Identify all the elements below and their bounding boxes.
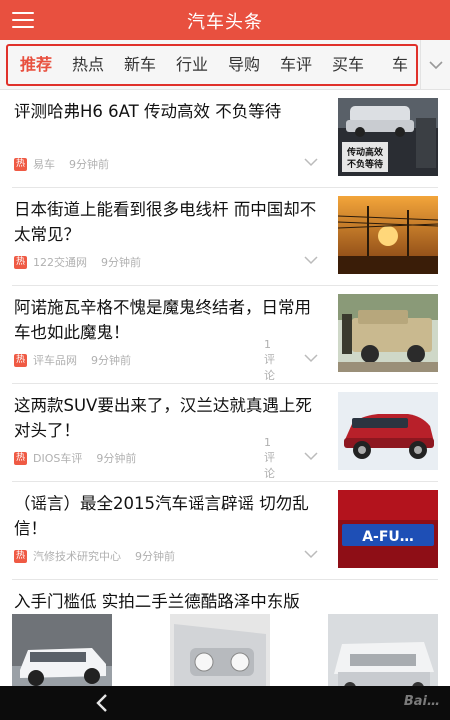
hot-badge: 热: [14, 353, 27, 367]
article-meta: 热 评车品网 9分钟前 1评论: [14, 338, 275, 382]
article-time: 9分钟前: [96, 452, 137, 465]
article-source: 评车品网: [33, 354, 77, 367]
list-item[interactable]: （谣言）最全2015汽车谣言辟谣 切勿乱信！ 热 汽修技术研究中心 9分钟前 A…: [12, 482, 438, 580]
chevron-down-icon: [428, 60, 443, 69]
svg-text:传动高效: 传动高效: [346, 146, 384, 158]
article-time: 9分钟前: [91, 354, 131, 367]
article-thumbnail[interactable]: 传动高效 不负等待: [338, 98, 438, 176]
article-source: 汽修技术研究中心: [33, 550, 121, 563]
article-thumbnail[interactable]: [338, 294, 438, 372]
article-meta: 热 汽修技术研究中心 9分钟前: [14, 548, 175, 564]
dismiss-chevron-icon[interactable]: [304, 256, 318, 265]
plate-text: A-FU…: [362, 529, 414, 545]
tab-more-truncated[interactable]: 车: [374, 40, 410, 90]
hot-badge: 热: [14, 451, 27, 465]
article-thumbnail[interactable]: A-FU…: [338, 490, 438, 568]
watermark: Bai…: [403, 694, 440, 709]
dismiss-chevron-icon[interactable]: [304, 158, 318, 167]
news-feed[interactable]: 评测哈弗H6 6AT 传动高效 不负等待 热 易车 9分钟前 传动高效 不负等待…: [0, 90, 450, 686]
hot-badge: 热: [14, 255, 27, 269]
dismiss-chevron-icon[interactable]: [304, 550, 318, 559]
article-thumbnail[interactable]: [170, 614, 270, 686]
tab-new-cars[interactable]: 新车: [114, 40, 166, 90]
list-item[interactable]: 阿诺施瓦辛格不愧是魔鬼终结者，日常用车也如此魔鬼！ 热 评车品网 9分钟前 1评…: [12, 286, 438, 384]
tab-hot[interactable]: 热点: [62, 40, 114, 90]
article-time: 9分钟前: [135, 550, 175, 563]
category-tabs: 推荐 热点 新车 行业 导购 车评 买车车: [10, 40, 410, 90]
article-thumbnail[interactable]: [12, 614, 112, 686]
list-item[interactable]: 入手门槛低 实拍二手兰德酷路泽中东版: [12, 580, 438, 686]
article-title[interactable]: （谣言）最全2015汽车谣言辟谣 切勿乱信！: [14, 491, 326, 541]
article-title[interactable]: 这两款SUV要出来了，汉兰达就真遇上死对头了！: [14, 393, 326, 443]
article-source: 122交通网: [33, 256, 87, 269]
article-thumbnail[interactable]: [328, 614, 438, 686]
article-meta: 热 易车 9分钟前: [14, 156, 109, 172]
tab-buy-car[interactable]: 买车: [322, 40, 374, 90]
tab-industry[interactable]: 行业: [166, 40, 218, 90]
article-thumbnail[interactable]: [338, 392, 438, 470]
article-image-row: [12, 614, 438, 686]
article-thumbnail[interactable]: [338, 196, 438, 274]
system-nav-bar: Bai…: [0, 686, 450, 720]
hot-badge: 热: [14, 157, 27, 171]
page-title: 汽车头条: [187, 12, 263, 33]
article-source: DIOS车评: [33, 452, 83, 465]
comment-count: 1评论: [264, 435, 275, 480]
article-meta: 热 122交通网 9分钟前: [14, 254, 141, 270]
list-item[interactable]: 日本街道上能看到很多电线杆 而中国却不太常见？ 热 122交通网 9分钟前: [12, 188, 438, 286]
hot-badge: 热: [14, 549, 27, 563]
article-meta: 热 DIOS车评 9分钟前 1评论: [14, 436, 275, 480]
dismiss-chevron-icon[interactable]: [304, 452, 318, 461]
dismiss-chevron-icon[interactable]: [304, 354, 318, 363]
tab-recommended[interactable]: 推荐: [10, 40, 62, 90]
comment-count: 1评论: [264, 337, 275, 382]
article-source: 易车: [33, 158, 55, 171]
article-title[interactable]: 日本街道上能看到很多电线杆 而中国却不太常见？: [14, 197, 326, 247]
list-item[interactable]: 这两款SUV要出来了，汉兰达就真遇上死对头了！ 热 DIOS车评 9分钟前 1评…: [12, 384, 438, 482]
svg-text:不负等待: 不负等待: [347, 158, 383, 170]
tab-car-reviews[interactable]: 车评: [270, 40, 322, 90]
back-icon[interactable]: [92, 692, 114, 714]
article-title[interactable]: 入手门槛低 实拍二手兰德酷路泽中东版: [14, 589, 434, 614]
tab-buying-guide[interactable]: 导购: [218, 40, 270, 90]
article-time: 9分钟前: [101, 256, 141, 269]
category-tab-bar: 推荐 热点 新车 行业 导购 车评 买车车: [0, 40, 450, 90]
article-title[interactable]: 评测哈弗H6 6AT 传动高效 不负等待: [14, 99, 326, 124]
article-title[interactable]: 阿诺施瓦辛格不愧是魔鬼终结者，日常用车也如此魔鬼！: [14, 295, 326, 345]
article-time: 9分钟前: [69, 158, 109, 171]
expand-tabs-button[interactable]: [420, 40, 450, 90]
app-header: 汽车头条: [0, 0, 450, 40]
list-item[interactable]: 评测哈弗H6 6AT 传动高效 不负等待 热 易车 9分钟前 传动高效 不负等待: [12, 90, 438, 188]
